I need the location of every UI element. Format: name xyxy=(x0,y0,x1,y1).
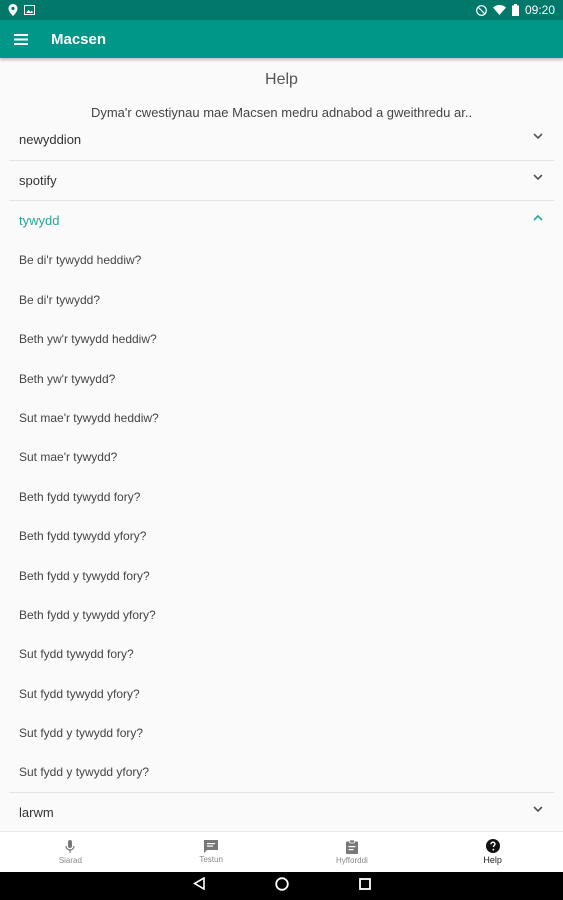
menu-button[interactable] xyxy=(1,20,41,58)
status-bar: 09:20 xyxy=(0,0,563,20)
recents-square-icon xyxy=(358,878,371,890)
list-item: Beth yw'r tywydd? xyxy=(19,372,116,386)
section-tywydd[interactable]: tywydd xyxy=(0,200,563,240)
clipboard-icon xyxy=(345,839,358,854)
gallery-icon xyxy=(24,5,35,15)
list-item: Sut fydd y tywydd yfory? xyxy=(19,765,150,779)
nav-label: Hyfforddi xyxy=(335,855,368,865)
list-item: Beth fydd y tywydd yfory? xyxy=(19,608,156,622)
section-label: tywydd xyxy=(19,212,60,228)
section-larwm[interactable]: larwm xyxy=(0,792,563,831)
list-item: Beth fydd tywydd fory? xyxy=(19,490,141,504)
section-label: larwm xyxy=(19,804,54,820)
status-time: 09:20 xyxy=(524,3,555,17)
page-description: Dyma'r cwestiynau mae Macsen medru adnab… xyxy=(90,105,473,120)
page-title: Help xyxy=(265,71,298,88)
system-navigation-bar xyxy=(0,872,563,900)
list-item: Be di'r tywydd? xyxy=(19,293,100,307)
chat-icon xyxy=(204,840,219,853)
app-bar: Macsen xyxy=(0,20,563,58)
nav-label: Siarad xyxy=(58,855,82,865)
section-label: newyddion xyxy=(19,131,82,147)
battery-icon xyxy=(511,4,519,16)
list-item: Sut fydd y tywydd fory? xyxy=(19,726,144,740)
list-item: Beth yw'r tywydd heddiw? xyxy=(19,332,157,346)
help-page: Help Dyma'r cwestiynau mae Macsen medru … xyxy=(0,58,563,831)
nav-item-help[interactable]: Help xyxy=(422,832,563,872)
list-item: Be di'r tywydd heddiw? xyxy=(19,253,142,267)
location-icon xyxy=(8,4,18,16)
home-button[interactable] xyxy=(274,876,289,896)
list-item: Beth fydd tywydd yfory? xyxy=(19,529,147,543)
list-item: Sut mae'r tywydd heddiw? xyxy=(19,411,159,425)
back-triangle-icon xyxy=(192,876,205,891)
list-item: Beth fydd y tywydd fory? xyxy=(19,569,150,583)
nav-label: Testun xyxy=(199,855,223,864)
app-title: Macsen xyxy=(51,30,107,48)
chevron-up-icon xyxy=(533,214,543,221)
back-button[interactable] xyxy=(192,876,205,895)
home-circle-icon xyxy=(274,876,289,891)
section-label: spotify xyxy=(19,172,57,188)
section-newyddion[interactable]: newyddion xyxy=(0,119,563,159)
mic-icon xyxy=(65,839,75,853)
nav-item-siarad[interactable]: Siarad xyxy=(0,832,141,872)
hamburger-menu-icon xyxy=(14,33,28,45)
nav-label: Help xyxy=(483,855,502,865)
chevron-down-icon xyxy=(533,133,543,140)
wifi-icon xyxy=(492,5,506,15)
recents-button[interactable] xyxy=(358,877,371,895)
chevron-down-icon xyxy=(533,174,543,181)
chevron-down-icon xyxy=(533,806,543,813)
list-item: Sut mae'r tywydd? xyxy=(19,450,118,464)
list-item: Sut fydd tywydd yfory? xyxy=(19,687,140,701)
list-item: Sut fydd tywydd fory? xyxy=(19,647,134,661)
bottom-navigation: Siarad Testun Hyfforddi Help xyxy=(0,831,563,872)
dnd-icon xyxy=(476,4,487,16)
help-icon xyxy=(485,839,500,853)
section-spotify[interactable]: spotify xyxy=(0,160,563,200)
nav-item-testun[interactable]: Testun xyxy=(141,832,282,872)
nav-item-hyfforddi[interactable]: Hyfforddi xyxy=(282,832,423,872)
